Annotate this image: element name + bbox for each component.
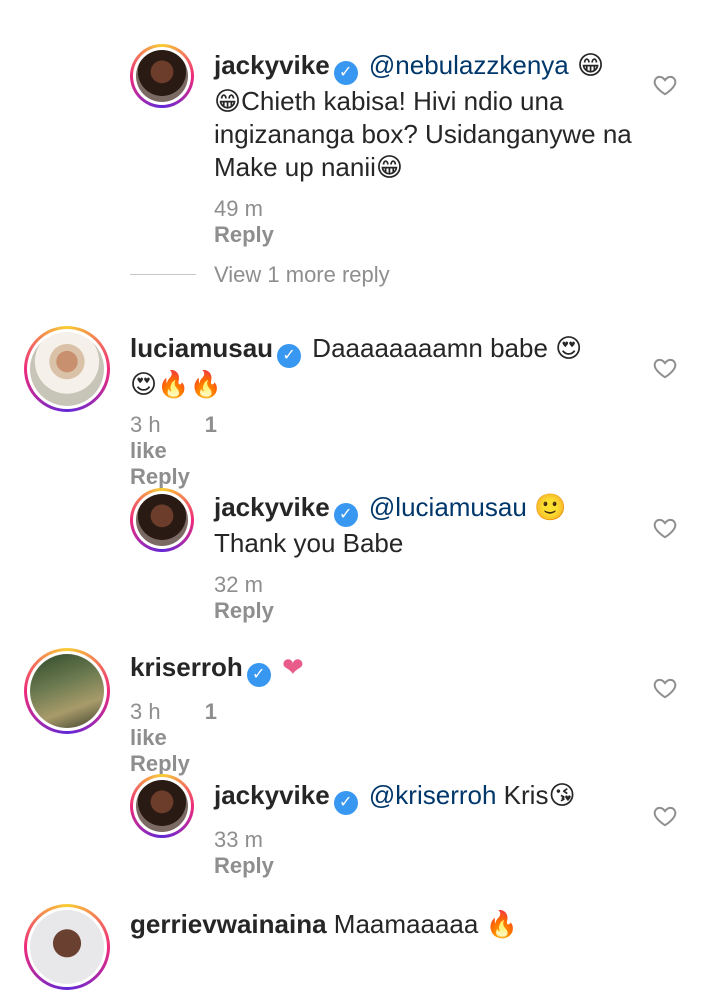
- timestamp: 49 m: [214, 196, 263, 221]
- reply-button[interactable]: Reply: [130, 464, 190, 489]
- avatar[interactable]: [130, 488, 194, 552]
- heart-outline-icon[interactable]: [652, 803, 678, 829]
- heart-outline-icon[interactable]: [652, 515, 678, 541]
- username[interactable]: jackyvike: [214, 780, 330, 810]
- verified-badge-icon: ✓: [333, 503, 358, 527]
- avatar[interactable]: [24, 904, 110, 990]
- timestamp: 32 m: [214, 572, 263, 597]
- mention-link[interactable]: @kriserroh: [369, 780, 497, 810]
- mention-link[interactable]: @luciamusau: [369, 492, 527, 522]
- heart-outline-icon[interactable]: [652, 675, 678, 701]
- comment-body: ❤: [281, 652, 304, 682]
- comment-meta: 32 m Reply: [214, 572, 312, 624]
- comment-body: Thank you Babe: [214, 528, 404, 558]
- avatar[interactable]: [130, 774, 194, 838]
- verified-badge-icon: ✓: [333, 791, 358, 815]
- avatar[interactable]: [130, 44, 194, 108]
- username[interactable]: jackyvike: [214, 50, 330, 80]
- verified-badge-icon: ✓: [246, 663, 271, 687]
- comment-body: Kris😘: [503, 780, 576, 810]
- comment-text: jackyvike ✓ @kriserroh Kris😘: [214, 779, 634, 815]
- heart-outline-icon[interactable]: [652, 355, 678, 381]
- username[interactable]: kriserroh: [130, 652, 243, 682]
- timestamp: 3 h: [130, 699, 161, 724]
- reply-button[interactable]: Reply: [130, 751, 190, 776]
- comment-text: jackyvike ✓ @nebulazzkenya 😁 😁Chieth kabi…: [214, 49, 634, 184]
- verified-badge-icon: ✓: [333, 61, 358, 85]
- view-more-line: [130, 274, 196, 275]
- reply-button[interactable]: Reply: [214, 853, 274, 878]
- verified-badge-icon: ✓: [277, 344, 302, 368]
- comment-meta: 3 h 1 like Reply: [130, 699, 228, 777]
- username[interactable]: jackyvike: [214, 492, 330, 522]
- comment-meta: 3 h 1 like Reply: [130, 412, 228, 490]
- emoji: 😁: [568, 51, 605, 81]
- comment-emojis: 😍🔥🔥: [130, 369, 222, 399]
- reply-button[interactable]: Reply: [214, 222, 274, 247]
- timestamp: 3 h: [130, 412, 161, 437]
- comment-meta: 33 m Reply: [214, 827, 312, 879]
- timestamp: 33 m: [214, 827, 263, 852]
- avatar[interactable]: [24, 648, 110, 734]
- comment-text: jackyvike ✓ @luciamusau 🙂 Thank you Babe: [214, 491, 634, 560]
- comment-body: Maamaaaaa 🔥: [333, 909, 518, 939]
- view-more-replies-button[interactable]: View 1 more reply: [214, 262, 390, 288]
- username[interactable]: luciamusau: [130, 333, 273, 363]
- comment-meta: 49 m Reply: [214, 196, 312, 248]
- avatar[interactable]: [24, 326, 110, 412]
- heart-outline-icon[interactable]: [652, 72, 678, 98]
- comment-text: kriserroh ✓ ❤: [130, 651, 630, 687]
- username[interactable]: gerrievwainaina: [130, 909, 327, 939]
- comment-body: Daaaaaaaamn babe 😍: [312, 333, 583, 363]
- comment-text: gerrievwainaina Maamaaaaa 🔥: [130, 908, 630, 941]
- reply-button[interactable]: Reply: [214, 598, 274, 623]
- comment-body: 😁Chieth kabisa! Hivi ndio una ingizanang…: [214, 86, 632, 182]
- comment-text: luciamusau ✓ Daaaaaaaamn babe 😍 😍🔥🔥: [130, 332, 630, 401]
- emoji: 🙂: [534, 492, 567, 522]
- mention-link[interactable]: @nebulazzkenya: [369, 50, 569, 80]
